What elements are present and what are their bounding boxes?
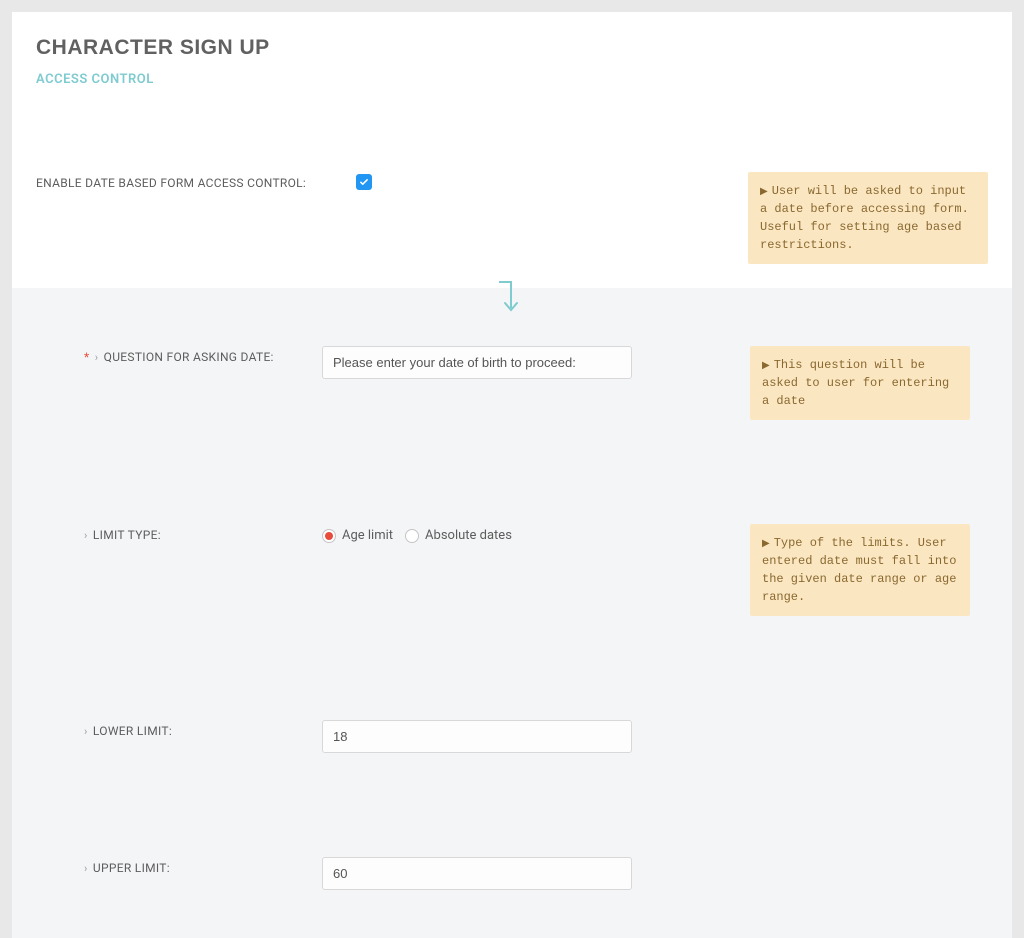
nested-section: * › QUESTION FOR ASKING DATE: ▶This ques… (12, 288, 1012, 938)
limit-type-help-box: ▶Type of the limits. User entered date m… (750, 524, 970, 616)
caret-icon: ▶ (762, 361, 770, 372)
lower-limit-row: › LOWER LIMIT: (54, 640, 970, 777)
limit-type-help-col: ▶Type of the limits. User entered date m… (632, 524, 970, 616)
caret-icon: ▶ (760, 187, 768, 198)
upper-limit-row: › UPPER LIMIT: (54, 777, 970, 914)
limit-type-input-cell: Age limit Absolute dates (322, 524, 632, 543)
lower-limit-label-text: LOWER LIMIT: (93, 724, 172, 738)
question-label: * › QUESTION FOR ASKING DATE: (54, 346, 322, 364)
limit-type-label-text: LIMIT TYPE: (93, 528, 161, 542)
lower-limit-input-cell (322, 720, 632, 753)
enable-input-cell (356, 172, 676, 191)
check-icon (359, 177, 369, 187)
question-help-text: This question will be asked to user for … (762, 358, 949, 408)
question-help-col: ▶This question will be asked to user for… (632, 346, 970, 420)
enable-checkbox[interactable] (356, 174, 372, 190)
lower-limit-input[interactable] (322, 720, 632, 753)
limit-type-label: › LIMIT TYPE: (54, 524, 322, 542)
caret-icon: ▶ (762, 539, 770, 550)
limit-type-row: › LIMIT TYPE: Age limit Absolute dates (54, 444, 970, 640)
enable-label: ENABLE DATE BASED FORM ACCESS CONTROL: (36, 172, 356, 190)
upper-limit-input-cell (322, 857, 632, 890)
enable-help-box: ▶User will be asked to input a date befo… (748, 172, 988, 264)
chevron-icon: › (95, 351, 99, 364)
radio-option-age[interactable]: Age limit (322, 528, 393, 543)
question-input-cell (322, 346, 632, 379)
radio-option-absolute[interactable]: Absolute dates (405, 528, 512, 543)
chevron-icon: › (84, 529, 88, 542)
upper-limit-input[interactable] (322, 857, 632, 890)
chevron-icon: › (84, 725, 88, 738)
lower-limit-label: › LOWER LIMIT: (54, 720, 322, 738)
question-help-box: ▶This question will be asked to user for… (750, 346, 970, 420)
radio-absolute-label: Absolute dates (425, 528, 512, 543)
limit-type-radio-group: Age limit Absolute dates (322, 524, 632, 543)
page-title: CHARACTER SIGN UP (36, 36, 988, 60)
limit-type-help-text: Type of the limits. User entered date mu… (762, 536, 956, 604)
chevron-icon: › (84, 862, 88, 875)
page-subtitle: ACCESS CONTROL (36, 72, 988, 87)
radio-age (322, 529, 336, 543)
enable-help-col: ▶User will be asked to input a date befo… (676, 172, 988, 264)
enable-help-text: User will be asked to input a date befor… (760, 184, 969, 252)
arrow-decoration (497, 280, 527, 316)
upper-limit-label: › UPPER LIMIT: (54, 857, 322, 875)
required-indicator: * (84, 350, 89, 364)
question-label-text: QUESTION FOR ASKING DATE: (104, 350, 274, 364)
upper-limit-label-text: UPPER LIMIT: (93, 861, 170, 875)
radio-age-label: Age limit (342, 528, 393, 543)
enable-access-control-row: ENABLE DATE BASED FORM ACCESS CONTROL: ▶… (36, 172, 988, 264)
radio-absolute (405, 529, 419, 543)
main-container: CHARACTER SIGN UP ACCESS CONTROL ENABLE … (12, 12, 1012, 843)
question-input[interactable] (322, 346, 632, 379)
